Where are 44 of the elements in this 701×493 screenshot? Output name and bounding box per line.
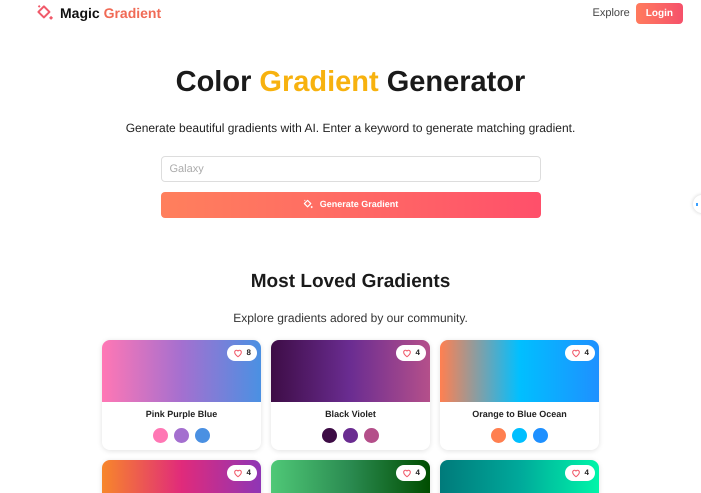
like-count: 4 bbox=[416, 466, 420, 478]
like-badge[interactable]: 8 bbox=[226, 345, 257, 361]
like-badge[interactable]: 4 bbox=[564, 464, 595, 480]
heart-icon bbox=[570, 468, 581, 478]
like-count: 4 bbox=[584, 466, 589, 478]
color-swatch[interactable] bbox=[343, 428, 358, 442]
color-swatch[interactable] bbox=[153, 428, 168, 442]
sparkle-icon bbox=[302, 199, 314, 210]
gradient-card[interactable]: 4 bbox=[271, 460, 430, 493]
heart-icon bbox=[232, 468, 243, 478]
like-count: 4 bbox=[584, 347, 589, 359]
keyword-field[interactable]: Galaxy bbox=[160, 156, 540, 182]
like-count: 8 bbox=[246, 347, 251, 359]
like-count: 4 bbox=[246, 466, 251, 478]
like-badge[interactable]: 4 bbox=[396, 464, 426, 480]
section-subtitle: Explore gradients adored by our community. bbox=[233, 310, 468, 327]
gradient-name: Black Violet bbox=[325, 408, 376, 421]
heart-icon bbox=[570, 348, 581, 358]
brand-name[interactable]: Magic Gradient bbox=[60, 3, 162, 24]
gradient-name: Orange to Blue Ocean bbox=[472, 408, 567, 421]
explore-link[interactable]: Explore bbox=[592, 5, 630, 22]
heart-icon bbox=[402, 468, 412, 478]
section-title: Most Loved Gradients bbox=[250, 270, 450, 294]
like-badge[interactable]: 4 bbox=[564, 345, 595, 361]
color-swatch[interactable] bbox=[533, 428, 548, 442]
page-title: Color Gradient Generator bbox=[176, 65, 526, 100]
heart-icon bbox=[232, 348, 243, 358]
gradient-card[interactable]: 4 bbox=[440, 460, 599, 493]
color-swatch[interactable] bbox=[322, 428, 337, 442]
color-swatch[interactable] bbox=[491, 428, 506, 442]
like-count: 4 bbox=[416, 347, 420, 359]
gradient-card[interactable]: 4 Black Violet bbox=[271, 340, 430, 450]
page-subtitle: Generate beautiful gradients with AI. Enter a keyword to generate matching gradient. bbox=[126, 120, 576, 136]
color-swatch[interactable] bbox=[512, 428, 527, 442]
gradient-card[interactable]: 8 Pink Purple Blue bbox=[102, 340, 261, 450]
gradient-card[interactable]: 4 bbox=[102, 460, 261, 493]
color-swatch[interactable] bbox=[364, 428, 379, 442]
gradient-card[interactable]: 4 Orange to Blue Ocean bbox=[440, 340, 599, 450]
like-badge[interactable]: 4 bbox=[396, 345, 426, 361]
color-swatch[interactable] bbox=[174, 428, 189, 442]
color-swatch[interactable] bbox=[195, 428, 210, 442]
heart-icon bbox=[402, 348, 412, 358]
like-badge[interactable]: 4 bbox=[226, 464, 257, 480]
gradient-name: Pink Purple Blue bbox=[146, 408, 218, 421]
